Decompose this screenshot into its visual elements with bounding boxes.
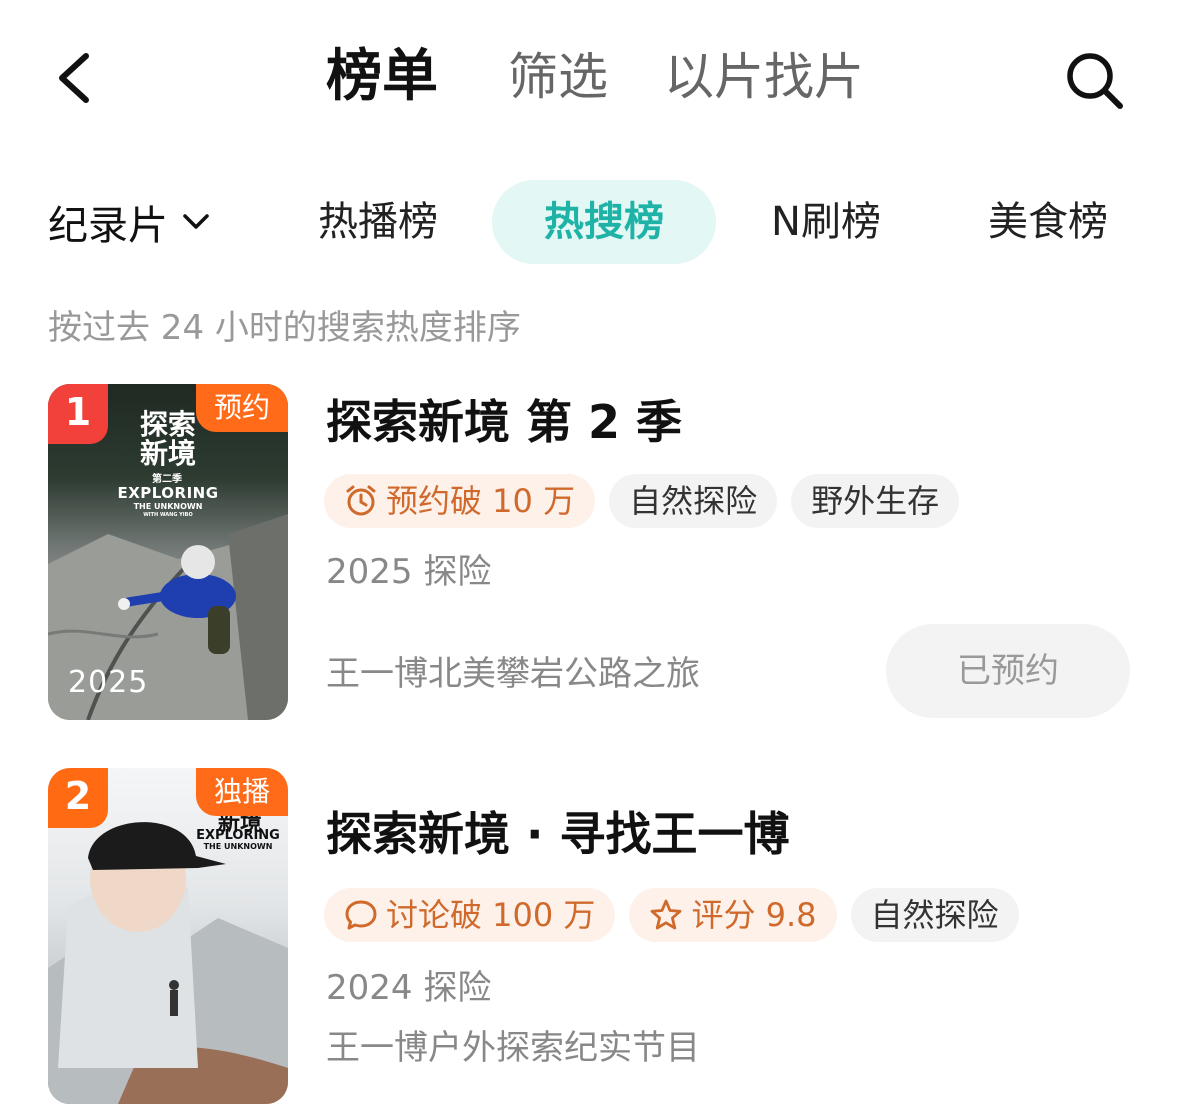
rank-badge: 1 — [48, 384, 108, 444]
tag-hot: 预约破 10 万 — [324, 474, 596, 528]
tab-find-by-film[interactable]: 以片找片 — [664, 42, 864, 112]
tag-label: 自然探险 — [629, 482, 758, 520]
poster-image[interactable]: 新境 EXPLORING THE UNKNOWN 2 独播 — [48, 768, 288, 1104]
back-arrow-icon[interactable] — [50, 50, 98, 106]
tag-label: 预约破 10 万 — [386, 482, 576, 520]
item-title[interactable]: 探索新境 · 寻找王一博 — [326, 804, 790, 864]
top-bar: 榜单 筛选 以片找片 — [0, 0, 1179, 160]
speech-bubble-icon — [345, 900, 377, 930]
tag-label: 野外生存 — [811, 482, 940, 520]
tag-label: 评分 9.8 — [691, 896, 817, 934]
poster-en-sub: THE UNKNOWN — [133, 502, 203, 511]
search-icon[interactable] — [1062, 48, 1126, 112]
item-description: 王一博北美攀岩公路之旅 — [326, 654, 700, 694]
star-icon — [651, 899, 682, 930]
poster-season: 第二季 — [152, 474, 182, 485]
tab-rewatch[interactable]: N刷榜 — [748, 180, 904, 264]
alarm-clock-icon — [346, 485, 376, 516]
category-bar: 纪录片 热播榜 热搜榜 N刷榜 美食榜 — [0, 178, 1179, 268]
item-meta: 2025 探险 — [326, 552, 492, 592]
list-item[interactable]: 探索 新境 第二季 EXPLORING THE UNKNOWN WITH WANG… — [0, 384, 1179, 724]
tag-label: 自然探险 — [870, 896, 999, 934]
reserved-button[interactable]: 已预约 — [886, 624, 1130, 718]
item-description: 王一博户外探索纪实节目 — [326, 1028, 700, 1068]
poster-year: 2025 — [68, 665, 149, 700]
tab-food[interactable]: 美食榜 — [966, 180, 1130, 264]
tag-genre: 野外生存 — [791, 474, 960, 528]
tag-list: 预约破 10 万 自然探险 野外生存 — [324, 474, 960, 528]
poster-image[interactable]: 探索 新境 第二季 EXPLORING THE UNKNOWN WITH WANG… — [48, 384, 288, 720]
poster-title: 探索 新境 — [140, 408, 197, 471]
tab-hot-play[interactable]: 热播榜 — [296, 180, 460, 264]
tag-genre: 自然探险 — [609, 474, 778, 528]
list-item[interactable]: 新境 EXPLORING THE UNKNOWN 2 独播 探索新境 · 寻找王… — [0, 768, 1179, 1113]
category-dropdown-label: 纪录片 — [48, 203, 168, 249]
tag-list: 讨论破 100 万 评分 9.8 自然探险 — [324, 888, 1019, 942]
tab-ranking[interactable]: 榜单 — [326, 42, 438, 112]
tag-genre: 自然探险 — [850, 888, 1019, 942]
category-dropdown[interactable]: 纪录片 — [48, 178, 210, 266]
tag-rating: 评分 9.8 — [629, 888, 837, 942]
ranking-description: 按过去 24 小时的搜索热度排序 — [48, 308, 521, 348]
tag-hot: 讨论破 100 万 — [324, 888, 616, 942]
chevron-down-icon — [183, 214, 209, 229]
exclusive-badge: 独播 — [195, 768, 288, 816]
poster-en-title: EXPLORING — [117, 484, 219, 502]
item-title[interactable]: 探索新境 第 2 季 — [326, 392, 682, 452]
tag-label: 讨论破 100 万 — [386, 896, 596, 934]
poster-en-sub: THE UNKNOWN — [203, 842, 273, 851]
poster-en-title: EXPLORING — [196, 828, 280, 843]
rank-badge: 2 — [48, 768, 108, 828]
status-badge: 预约 — [195, 384, 288, 432]
tab-filter[interactable]: 筛选 — [508, 42, 608, 112]
poster-en-small: WITH WANG YIBO — [143, 512, 193, 518]
tab-hot-search[interactable]: 热搜榜 — [492, 180, 716, 264]
item-meta: 2024 探险 — [326, 968, 492, 1008]
